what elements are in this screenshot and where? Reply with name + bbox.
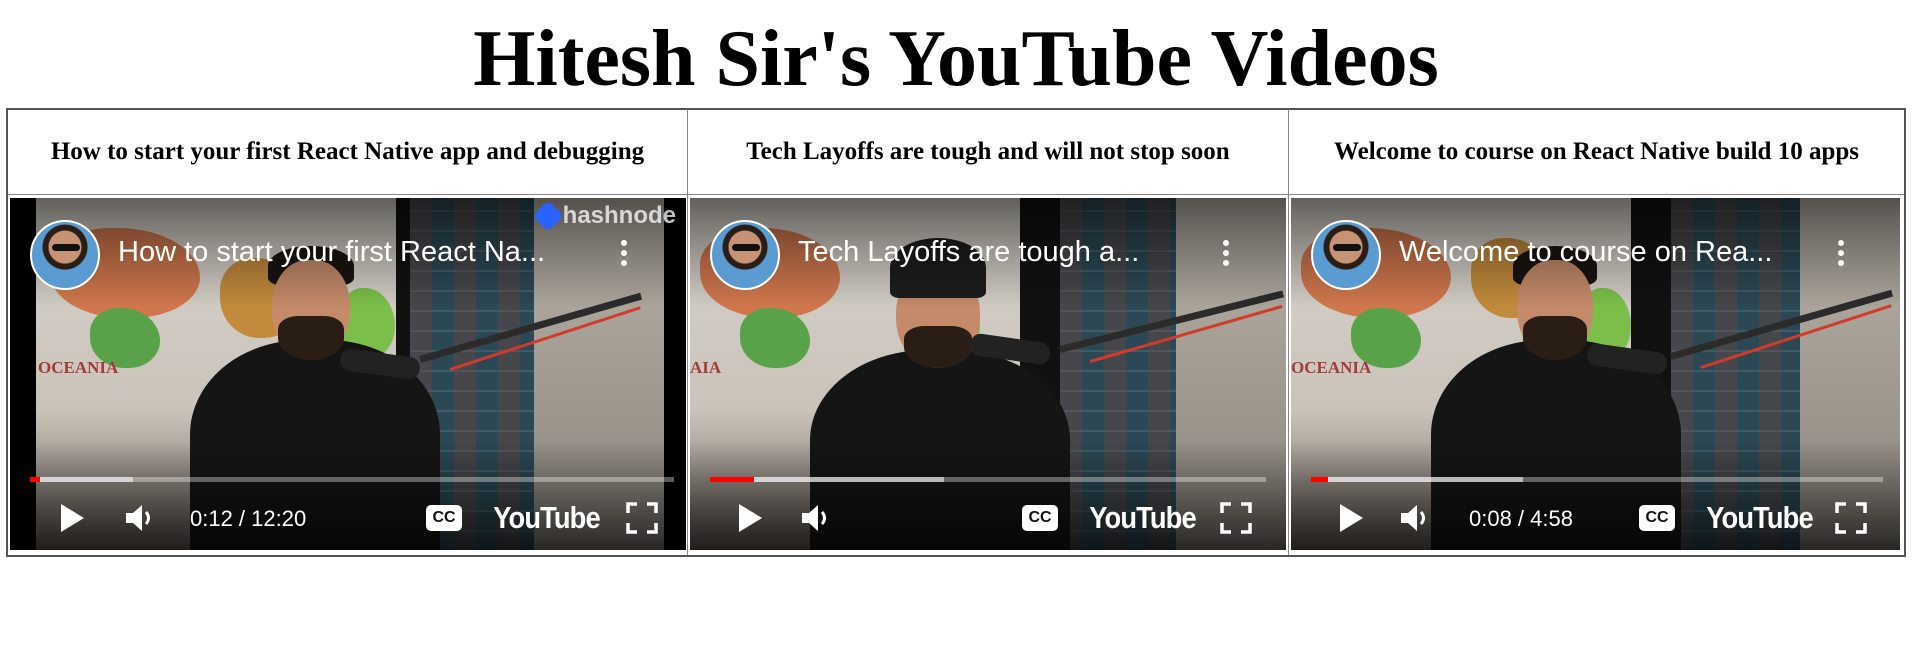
video-header-2: Tech Layoffs are tough and will not stop… <box>688 110 1288 195</box>
player-controls-1: 0:12 / 12:20 CC YouTube <box>10 486 686 550</box>
youtube-logo[interactable]: YouTube <box>486 498 606 538</box>
fullscreen-icon[interactable] <box>622 498 662 538</box>
youtube-logo[interactable]: YouTube <box>1082 498 1202 538</box>
progress-bar-1[interactable] <box>30 477 674 482</box>
play-icon[interactable] <box>730 498 770 538</box>
progress-bar-2[interactable] <box>710 477 1266 482</box>
video-header-3: Welcome to course on React Native build … <box>1289 110 1904 195</box>
play-icon[interactable] <box>1331 498 1371 538</box>
captions-icon[interactable]: CC <box>422 498 466 538</box>
youtube-logo-text: YouTube <box>492 500 600 535</box>
watermark-text: hashnode <box>562 202 676 229</box>
more-vert-icon[interactable] <box>1836 240 1846 270</box>
captions-label: CC <box>1639 505 1675 531</box>
volume-icon[interactable] <box>1395 498 1435 538</box>
volume-icon[interactable] <box>120 498 160 538</box>
page-title: Hitesh Sir's YouTube Videos <box>473 15 1439 103</box>
videos-table: How to start your first React Native app… <box>6 108 1906 557</box>
video-overlay-title-3[interactable]: Welcome to course on Rea... <box>1399 234 1772 270</box>
video-cell-1: How to start your first React Native app… <box>8 110 688 555</box>
fullscreen-icon[interactable] <box>1216 498 1256 538</box>
time-display-1: 0:12 / 12:20 <box>190 506 307 531</box>
video-overlay-title-1[interactable]: How to start your first React Na... <box>118 234 545 270</box>
captions-icon[interactable]: CC <box>1018 498 1062 538</box>
captions-icon[interactable]: CC <box>1635 498 1679 538</box>
hashnode-watermark: hashnode <box>532 200 676 232</box>
player-controls-3: 0:08 / 4:58 CC YouTube <box>1291 486 1900 550</box>
player-controls-2: CC YouTube <box>690 486 1286 550</box>
more-vert-icon[interactable] <box>1221 240 1231 270</box>
video-player-2[interactable]: AIA Tech Layoffs are tough a... CC YouTu… <box>690 198 1286 550</box>
captions-label: CC <box>1022 505 1058 531</box>
progress-bar-3[interactable] <box>1311 477 1883 482</box>
channel-avatar-3[interactable] <box>1311 220 1381 290</box>
volume-icon[interactable] <box>796 498 836 538</box>
youtube-logo[interactable]: YouTube <box>1699 498 1819 538</box>
channel-avatar-2[interactable] <box>710 220 780 290</box>
video-player-1[interactable]: OCEANIA hashnode How to start your first… <box>10 198 686 550</box>
video-overlay-title-2[interactable]: Tech Layoffs are tough a... <box>798 234 1139 270</box>
youtube-logo-text: YouTube <box>1088 500 1196 535</box>
video-player-3[interactable]: OCEANIA Welcome to course on Rea... 0:08… <box>1291 198 1900 550</box>
captions-label: CC <box>426 505 462 531</box>
more-vert-icon[interactable] <box>619 240 629 270</box>
youtube-logo-text: YouTube <box>1705 500 1813 535</box>
video-cell-2: Tech Layoffs are tough and will not stop… <box>688 110 1289 555</box>
hashnode-logo-icon <box>532 200 564 232</box>
time-display-3: 0:08 / 4:58 <box>1469 506 1573 531</box>
fullscreen-icon[interactable] <box>1831 498 1871 538</box>
video-cell-3: Welcome to course on React Native build … <box>1289 110 1904 555</box>
play-icon[interactable] <box>52 498 92 538</box>
channel-avatar-1[interactable] <box>30 220 100 290</box>
video-header-1: How to start your first React Native app… <box>8 110 687 195</box>
